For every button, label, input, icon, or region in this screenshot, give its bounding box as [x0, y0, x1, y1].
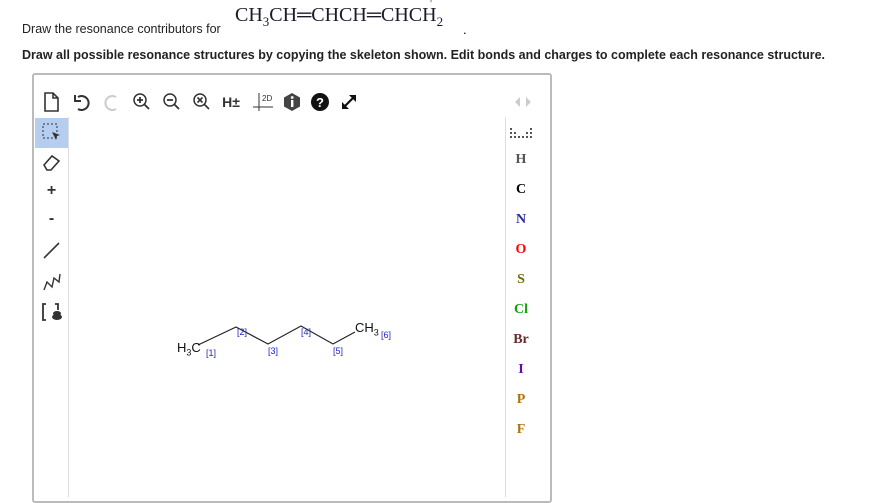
- atom-number: [5]: [333, 346, 344, 356]
- element-button-p[interactable]: P: [506, 392, 536, 408]
- element-button-h[interactable]: H: [506, 152, 536, 168]
- element-button-f[interactable]: F: [506, 422, 536, 438]
- atom-number: [1]: [206, 348, 217, 358]
- carbon-chain-bonds: [197, 325, 356, 346]
- atom-number: [4]: [301, 327, 312, 337]
- atom-label-c1[interactable]: H3C: [177, 340, 201, 358]
- molecule-skeleton[interactable]: [0, 0, 874, 492]
- element-button-i[interactable]: I: [506, 362, 536, 378]
- element-button-br[interactable]: Br: [506, 332, 536, 348]
- atom-label-c6[interactable]: CH3: [355, 320, 379, 338]
- periodic-table-icon[interactable]: [506, 122, 536, 144]
- element-button-n[interactable]: N: [506, 212, 536, 228]
- element-button-c[interactable]: C: [506, 182, 536, 198]
- element-button-cl[interactable]: Cl: [506, 302, 536, 318]
- element-button-o[interactable]: O: [506, 242, 536, 258]
- atom-number: [3]: [268, 346, 279, 356]
- atom-number: [2]: [237, 327, 248, 337]
- element-button-s[interactable]: S: [506, 272, 536, 288]
- atom-number: [6]: [381, 330, 392, 340]
